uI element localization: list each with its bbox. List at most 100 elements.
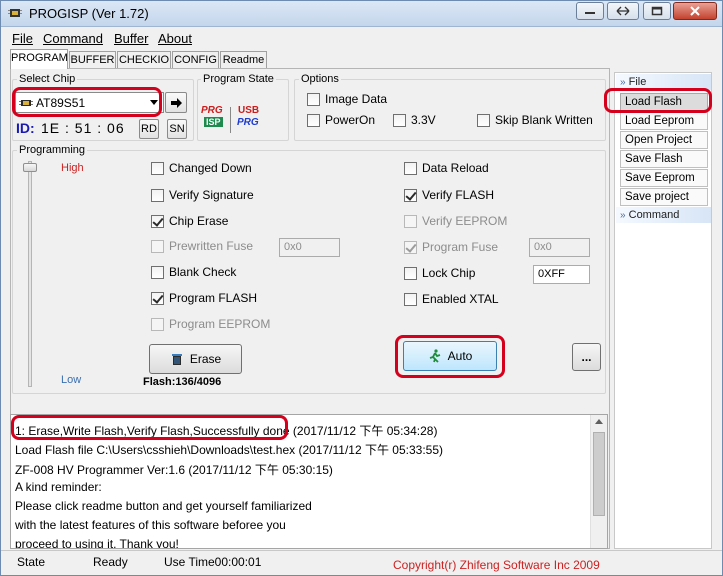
- blank-check-checkbox[interactable]: Blank Check: [151, 265, 236, 279]
- chevron-double-icon: »: [620, 77, 626, 88]
- state-divider: [230, 107, 231, 133]
- minimize-button[interactable]: [576, 2, 604, 20]
- load-flash-button[interactable]: Load Flash: [620, 93, 708, 111]
- log-output[interactable]: 1: Erase,Write Flash,Verify Flash,Succes…: [10, 414, 608, 549]
- log-line: A kind reminder:: [15, 480, 102, 494]
- sn-button[interactable]: SN: [167, 119, 187, 139]
- save-project-button[interactable]: Save project: [620, 188, 708, 206]
- copyright-text: Copyright(r) Zhifeng Software Inc 2009: [393, 558, 600, 572]
- restore-button[interactable]: [607, 2, 639, 20]
- menu-command[interactable]: Command: [43, 31, 103, 46]
- tab-program[interactable]: PROGRAM: [10, 49, 68, 69]
- program-flash-checkbox[interactable]: Program FLASH: [151, 291, 257, 305]
- checkbox-box: [404, 292, 417, 306]
- program-fuse-checkbox[interactable]: Program Fuse: [404, 240, 498, 254]
- speed-slider[interactable]: [23, 161, 37, 387]
- chip-select[interactable]: AT89S51: [15, 92, 164, 113]
- open-project-button[interactable]: Open Project: [620, 131, 708, 149]
- verify-signature-checkbox[interactable]: Verify Signature: [151, 188, 254, 202]
- prewritten-fuse-field[interactable]: 0x0: [279, 238, 340, 257]
- running-man-icon: [429, 349, 440, 363]
- changed-down-checkbox[interactable]: Changed Down: [151, 161, 252, 175]
- flash-info: Flash:136/4096: [143, 376, 222, 388]
- maximize-icon: [651, 6, 663, 16]
- save-eeprom-button[interactable]: Save Eeprom: [620, 169, 708, 187]
- select-chip-label: Select Chip: [17, 73, 78, 85]
- log-scrollbar[interactable]: [590, 415, 607, 548]
- checkbox-box: [404, 240, 417, 254]
- power-on-checkbox[interactable]: PowerOn: [307, 113, 375, 127]
- usb-prg-icon: USB PRG: [237, 105, 260, 128]
- program-eeprom-checkbox[interactable]: Program EEPROM: [151, 317, 270, 331]
- close-icon: [690, 6, 700, 16]
- title-bar[interactable]: PROGISP (Ver 1.72): [1, 1, 722, 27]
- minimize-icon: [585, 12, 595, 14]
- log-line: ZF-008 HV Programmer Ver:1.6 (2017/11/12…: [15, 463, 333, 477]
- double-arrow-icon: [616, 6, 630, 16]
- chip-icon: [19, 100, 33, 106]
- state-value: Ready: [93, 555, 128, 569]
- use-time: Use Time00:00:01: [164, 555, 262, 569]
- log-line: Please click readme button and get yours…: [15, 499, 312, 513]
- checkbox-box: [151, 317, 164, 331]
- id-value: 1E : 51 : 06: [41, 120, 125, 136]
- maximize-button[interactable]: [643, 2, 671, 20]
- image-data-checkbox[interactable]: Image Data: [307, 92, 387, 106]
- state-label: State: [17, 555, 46, 569]
- side-file-header[interactable]: » File: [616, 74, 711, 90]
- menu-buffer[interactable]: Buffer: [114, 31, 148, 46]
- chip-app-icon: [8, 9, 22, 17]
- window-title: PROGISP (Ver 1.72): [29, 6, 149, 21]
- tab-checkio[interactable]: CHECKIO: [117, 51, 171, 69]
- verify-eeprom-checkbox[interactable]: Verify EEPROM: [404, 214, 507, 228]
- dropdown-arrow-icon: [150, 100, 158, 105]
- skip-blank-checkbox[interactable]: Skip Blank Written: [477, 113, 593, 127]
- rd-button[interactable]: RD: [139, 119, 159, 139]
- save-flash-button[interactable]: Save Flash: [620, 150, 708, 168]
- checkbox-box: [151, 188, 164, 202]
- lock-chip-field[interactable]: 0XFF: [533, 265, 590, 284]
- 3v3-checkbox[interactable]: 3.3V: [393, 113, 436, 127]
- scroll-thumb[interactable]: [593, 432, 605, 516]
- log-line: with the latest features of this softwar…: [15, 518, 286, 532]
- checkbox-box: [151, 265, 164, 279]
- side-panel: » File Load Flash Load Eeprom Open Proje…: [614, 72, 712, 549]
- verify-flash-checkbox[interactable]: Verify FLASH: [404, 188, 494, 202]
- load-eeprom-button[interactable]: Load Eeprom: [620, 112, 708, 130]
- log-line: Load Flash file C:\Users\csshieh\Downloa…: [15, 443, 444, 457]
- tab-buffer[interactable]: BUFFER: [69, 51, 116, 69]
- speed-low-label: Low: [61, 374, 82, 386]
- options-label: Options: [299, 73, 341, 85]
- auto-button[interactable]: Auto: [403, 341, 497, 371]
- menu-file[interactable]: File: [12, 31, 33, 46]
- chip-next-button[interactable]: [165, 92, 187, 113]
- status-bar: State Ready Use Time00:00:01 Copyright(r…: [1, 550, 722, 575]
- checkbox-box: [151, 239, 164, 253]
- speed-high-label: High: [61, 162, 84, 174]
- checkbox-box: [307, 92, 320, 106]
- program-state-label: Program State: [201, 73, 276, 85]
- menu-about[interactable]: About: [158, 31, 192, 46]
- prewritten-fuse-checkbox[interactable]: Prewritten Fuse: [151, 239, 253, 253]
- checkbox-box: [404, 161, 417, 175]
- arrow-right-icon: [171, 98, 182, 108]
- checkbox-box: [307, 113, 320, 127]
- side-command-header[interactable]: » Command: [616, 207, 711, 223]
- slider-thumb[interactable]: [23, 163, 37, 172]
- erase-button[interactable]: Erase: [149, 344, 242, 374]
- chip-erase-checkbox[interactable]: Chip Erase: [151, 214, 228, 228]
- data-reload-checkbox[interactable]: Data Reload: [404, 161, 489, 175]
- checkbox-box: [404, 214, 417, 228]
- tab-config[interactable]: CONFIG: [172, 51, 219, 69]
- more-button[interactable]: ...: [572, 343, 601, 371]
- checkbox-box: [151, 161, 164, 175]
- enabled-xtal-checkbox[interactable]: Enabled XTAL: [404, 292, 499, 306]
- options-group: [294, 79, 606, 141]
- log-line: proceed to using it. Thank you!: [15, 537, 179, 549]
- trash-icon: [171, 354, 182, 365]
- lock-chip-checkbox[interactable]: Lock Chip: [404, 266, 475, 280]
- program-fuse-field[interactable]: 0x0: [529, 238, 590, 257]
- close-button[interactable]: [673, 2, 717, 20]
- tab-readme[interactable]: Readme: [220, 51, 267, 69]
- main-window: PROGISP (Ver 1.72) File Command Buffer A…: [0, 0, 723, 576]
